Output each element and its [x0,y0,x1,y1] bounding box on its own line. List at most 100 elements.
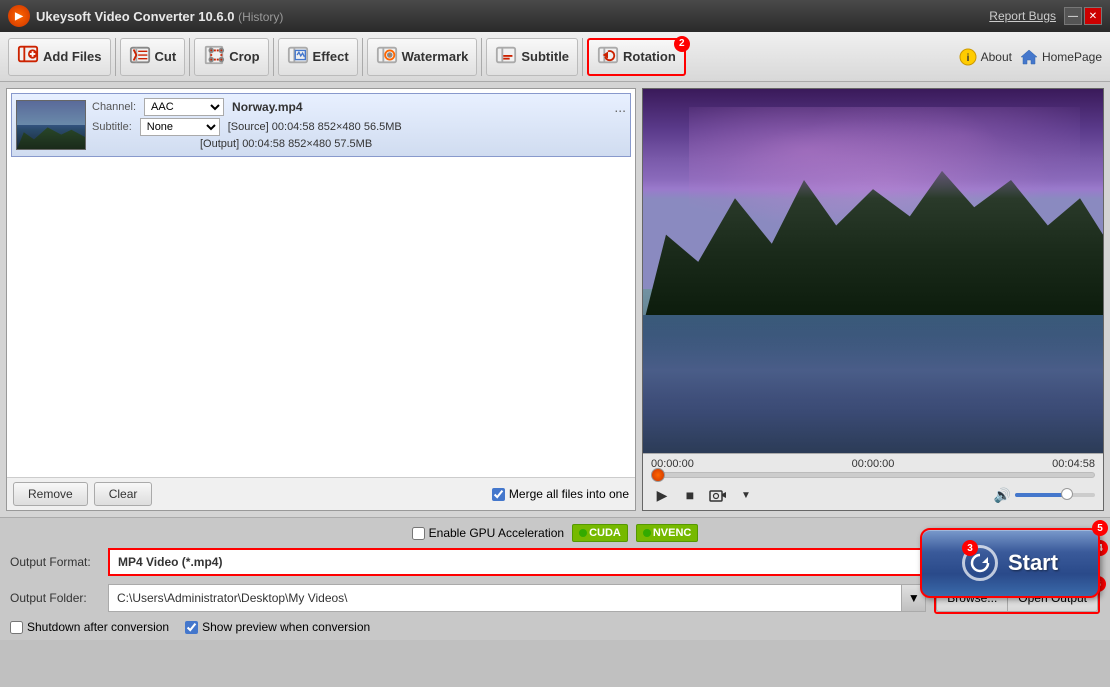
start-button[interactable]: Start [920,528,1100,598]
volume-icon: 🔊 [994,487,1011,504]
clear-button[interactable]: Clear [94,482,153,506]
cut-icon [129,44,151,69]
merge-checkbox-container: Merge all files into one [492,487,629,501]
file-item[interactable]: Channel: AAC Norway.mp4 ... Subtitle: No… [11,93,631,157]
file-name: Norway.mp4 [232,100,302,114]
progress-track [651,472,1095,478]
channel-select[interactable]: AAC [144,98,224,116]
folder-input-container: ▼ [108,584,926,612]
camera-button[interactable] [707,484,729,506]
effect-button[interactable]: Effect [278,38,358,76]
report-bugs-link[interactable]: Report Bugs [989,9,1056,23]
preview-time-end: 00:04:58 [1052,458,1095,470]
bottom-section: Enable GPU Acceleration CUDA NVENC Outpu… [0,517,1110,640]
effect-label: Effect [313,49,349,64]
shutdown-checkbox[interactable] [10,621,23,634]
toolbar-separator-5 [481,38,482,76]
subtitle-button[interactable]: Subtitle [486,38,578,76]
subtitle-icon [495,44,517,69]
file-panel-bottom: Remove Clear Merge all files into one [7,477,635,510]
toolbar-separator-3 [273,38,274,76]
cut-label: Cut [155,49,177,64]
preview-reflection [643,315,1103,453]
file-output-row: [Output] 00:04:58 852×480 57.5MB [92,138,626,150]
rotation-badge: 2 [674,36,690,52]
camera-dropdown[interactable]: ▼ [735,484,757,506]
file-channel-row: Channel: AAC Norway.mp4 ... [92,98,626,116]
toolbar-right: i About HomePage [959,48,1102,66]
preview-time-mid: 00:00:00 [852,458,895,470]
progress-thumb[interactable] [651,468,665,482]
file-panel: Channel: AAC Norway.mp4 ... Subtitle: No… [6,88,636,511]
nvidia-dot-cuda [579,529,587,537]
gpu-label: Enable GPU Acceleration [429,526,564,540]
preview-controls: 00:00:00 00:00:00 00:04:58 ▶ ■ ▼ [643,453,1103,510]
homepage-button[interactable]: HomePage [1020,48,1102,66]
close-button[interactable]: ✕ [1084,7,1102,25]
home-icon [1020,48,1038,66]
file-thumbnail [16,100,86,150]
start-label: Start [1008,550,1058,576]
watermark-button[interactable]: Watermark [367,38,478,76]
nvenc-label: NVENC [653,527,692,539]
volume-thumb[interactable] [1061,488,1073,500]
toolbar-separator-4 [362,38,363,76]
about-label: About [981,50,1012,64]
output-format-label: Output Format: [10,555,100,569]
nvidia-dot-nvenc [643,529,651,537]
remove-button[interactable]: Remove [13,482,88,506]
merge-checkbox[interactable] [492,488,505,501]
nvenc-badge: NVENC [636,524,699,542]
preview-time-bar: 00:00:00 00:00:00 00:04:58 [651,458,1095,470]
toolbar-separator-6 [582,38,583,76]
preview-panel: 00:00:00 00:00:00 00:04:58 ▶ ■ ▼ [642,88,1104,511]
add-files-label: Add Files [43,49,102,64]
format-select-container: MP4 Video (*.mp4) ▼ 3 [108,548,970,576]
add-files-button[interactable]: Add Files [8,38,111,76]
preview-progress[interactable] [651,472,1095,478]
subtitle-select[interactable]: None [140,118,220,136]
volume-track[interactable] [1015,493,1095,497]
main-content: Channel: AAC Norway.mp4 ... Subtitle: No… [0,82,1110,517]
cuda-label: CUDA [589,527,621,539]
app-title: Ukeysoft Video Converter 10.6.0 (History… [36,9,989,24]
about-button[interactable]: i About [959,48,1012,66]
crop-label: Crop [229,49,259,64]
preview-checkbox[interactable] [185,621,198,634]
cut-button[interactable]: Cut [120,38,186,76]
add-files-icon [17,43,39,71]
merge-label: Merge all files into one [509,487,629,501]
toolbar-separator-2 [189,38,190,76]
crop-button[interactable]: Crop [194,38,268,76]
start-badge: 5 [1092,520,1108,536]
watermark-label: Watermark [402,49,469,64]
file-subtitle-row: Subtitle: None [Source] 00:04:58 852×480… [92,118,626,136]
preview-buttons-row: ▶ ■ ▼ 🔊 [651,482,1095,508]
preview-label: Show preview when conversion [202,620,370,634]
minimize-button[interactable]: — [1064,7,1082,25]
play-button[interactable]: ▶ [651,484,673,506]
watermark-icon [376,44,398,69]
cuda-badge: CUDA [572,524,628,542]
format-select[interactable]: MP4 Video (*.mp4) [108,548,946,576]
title-bar: ▶ Ukeysoft Video Converter 10.6.0 (Histo… [0,0,1110,32]
file-menu-dots[interactable]: ... [614,99,626,115]
window-controls: — ✕ [1064,7,1102,25]
effect-icon [287,44,309,69]
file-info: Channel: AAC Norway.mp4 ... Subtitle: No… [92,98,626,152]
subtitle-label: Subtitle [521,49,569,64]
rotation-button[interactable]: Rotation 2 [587,38,686,76]
output-folder-label: Output Folder: [10,591,100,605]
homepage-label: HomePage [1042,50,1102,64]
preview-video [643,89,1103,453]
format-badge: 3 [962,540,978,556]
preview-option: Show preview when conversion [185,620,370,634]
toolbar-separator [115,38,116,76]
gpu-checkbox[interactable] [412,527,425,540]
gpu-checkbox-container: Enable GPU Acceleration [412,526,564,540]
file-list: Channel: AAC Norway.mp4 ... Subtitle: No… [7,89,635,477]
stop-button[interactable]: ■ [679,484,701,506]
crop-icon [203,44,225,69]
folder-input[interactable] [108,584,902,612]
rotation-icon [597,44,619,69]
